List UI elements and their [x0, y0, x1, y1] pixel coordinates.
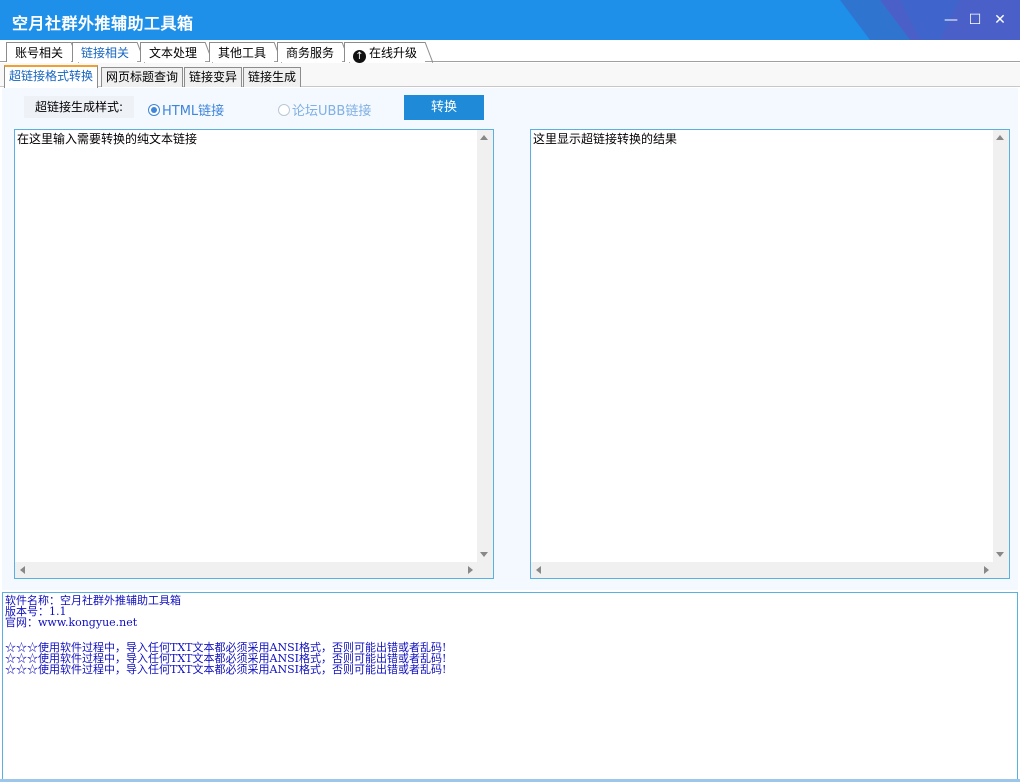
log-line-website: 官网：www.kongyue.net — [5, 616, 138, 629]
output-text: 这里显示超链接转换的结果 — [533, 132, 678, 146]
subtab-link-mutation[interactable]: 链接变异 — [184, 67, 243, 87]
close-button[interactable]: ✕ — [991, 11, 1009, 29]
scroll-left-icon[interactable] — [536, 566, 541, 574]
radio-label: HTML链接 — [162, 104, 225, 119]
log-output[interactable]: 软件名称：空月社群外推辅助工具箱 版本号：1.1 官网：www.kongyue.… — [2, 592, 1018, 780]
radio-unchecked-icon — [278, 104, 290, 116]
tab-links[interactable]: 链接相关 — [72, 42, 146, 63]
radio-html-link[interactable]: HTML链接 — [148, 100, 224, 119]
window-title: 空月社群外推辅助工具箱 — [12, 14, 194, 33]
sub-tab-bar: 超链接格式转换 网页标题查询 链接变异 链接生成 — [0, 63, 1020, 88]
scroll-down-icon[interactable] — [996, 552, 1004, 557]
upload-arrow-icon: ↑ — [353, 50, 366, 63]
log-line-version: 版本号：1.1 — [5, 605, 67, 618]
input-vertical-scrollbar[interactable] — [477, 130, 493, 562]
tab-label: 在线升级 — [369, 46, 418, 60]
radio-checked-icon — [148, 104, 160, 116]
main-tab-bar: 账号相关 链接相关 文本处理 其他工具 商务服务 ↑ 在线升级 — [0, 40, 1020, 63]
subtab-link-format-convert[interactable]: 超链接格式转换 — [4, 65, 99, 88]
scroll-right-icon[interactable] — [468, 566, 473, 574]
tab-label: 账号相关 — [15, 46, 64, 60]
link-style-label: 超链接生成样式: — [24, 96, 134, 118]
scroll-down-icon[interactable] — [480, 552, 488, 557]
tab-business[interactable]: 商务服务 — [277, 42, 351, 63]
output-horizontal-scrollbar[interactable] — [531, 562, 994, 578]
subtab-link-generate[interactable]: 链接生成 — [243, 67, 302, 87]
scroll-right-icon[interactable] — [984, 566, 989, 574]
scroll-up-icon[interactable] — [480, 135, 488, 140]
tab-online-upgrade[interactable]: ↑ 在线升级 — [344, 42, 434, 63]
radio-ubb-link[interactable]: 论坛UBB链接 — [278, 100, 371, 119]
log-line-software-name: 软件名称：空月社群外推辅助工具箱 — [5, 594, 181, 607]
minimize-button[interactable]: — — [942, 11, 960, 29]
tab-account[interactable]: 账号相关 — [6, 42, 80, 63]
tab-text-processing[interactable]: 文本处理 — [140, 42, 214, 63]
scrollbar-corner — [993, 562, 1009, 578]
output-textarea[interactable]: 这里显示超链接转换的结果 — [530, 129, 1010, 579]
tab-other-tools[interactable]: 其他工具 — [209, 42, 283, 63]
radio-label: 论坛UBB链接 — [292, 104, 372, 119]
link-convert-panel: 超链接生成样式: HTML链接 论坛UBB链接 转换 在这里输入需要转换的纯文本… — [2, 88, 1018, 590]
tab-label: 商务服务 — [286, 46, 335, 60]
scroll-left-icon[interactable] — [20, 566, 25, 574]
log-warning-line: ☆☆☆使用软件过程中，导入任何TXT文本都必须采用ANSI格式，否则可能出错或者… — [5, 663, 447, 676]
input-text: 在这里输入需要转换的纯文本链接 — [17, 132, 198, 146]
input-textarea[interactable]: 在这里输入需要转换的纯文本链接 — [14, 129, 494, 579]
maximize-button[interactable]: ☐ — [966, 11, 984, 29]
scroll-up-icon[interactable] — [996, 135, 1004, 140]
tab-label: 文本处理 — [149, 46, 198, 60]
output-vertical-scrollbar[interactable] — [993, 130, 1009, 562]
title-bar: 空月社群外推辅助工具箱 — ☐ ✕ — [0, 0, 1020, 40]
scrollbar-corner — [477, 562, 493, 578]
subtab-webpage-title-query[interactable]: 网页标题查询 — [101, 67, 184, 87]
tab-label: 链接相关 — [81, 46, 130, 60]
convert-button[interactable]: 转换 — [404, 95, 484, 120]
tab-label: 其他工具 — [218, 46, 267, 60]
input-horizontal-scrollbar[interactable] — [15, 562, 478, 578]
